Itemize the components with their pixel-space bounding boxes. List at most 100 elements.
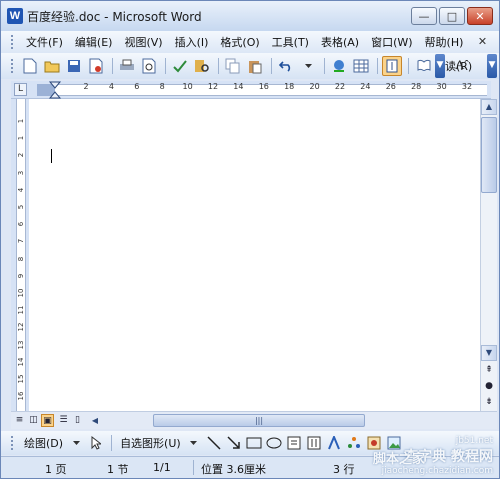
vertical-ruler-number: 14 [17, 357, 25, 367]
minimize-button[interactable]: — [411, 7, 437, 25]
vertical-ruler[interactable]: 1 1 2 3 4 5 6 7 8 9 10 11 12 13 14 15 16 [11, 99, 29, 411]
drawing-toolbar-grip[interactable] [11, 436, 14, 450]
outline-view-icon[interactable]: ☰ [57, 414, 70, 427]
normal-view-icon[interactable]: ≡ [13, 414, 26, 427]
ruler-number: 2 [83, 82, 89, 91]
text-box-icon[interactable] [285, 434, 303, 452]
horizontal-scroll-thumb[interactable]: ||| [153, 414, 365, 427]
ruler-number: 18 [284, 82, 295, 91]
oval-tool-icon[interactable] [265, 434, 283, 452]
ruler-number: 24 [360, 82, 371, 91]
menu-table[interactable]: 表格(A) [315, 34, 365, 50]
menu-grip-handle[interactable] [11, 35, 14, 49]
save-icon[interactable] [64, 56, 84, 76]
toolbar-separator [112, 58, 113, 74]
line-tool-icon[interactable] [205, 434, 223, 452]
print-icon[interactable] [117, 56, 137, 76]
wordart-icon[interactable] [325, 434, 343, 452]
vertical-ruler-number: 4 [17, 187, 25, 193]
arrow-tool-icon[interactable] [225, 434, 243, 452]
menu-format[interactable]: 格式(O) [214, 34, 265, 50]
ruler-number: 4 [108, 82, 114, 91]
menu-window[interactable]: 窗口(W) [365, 34, 418, 50]
autoshapes-menu-button[interactable]: 自选图形(U) [116, 435, 185, 451]
vertical-ruler-number: 13 [17, 340, 25, 350]
draw-menu-button[interactable]: 绘图(D) [20, 435, 67, 451]
new-document-icon[interactable] [20, 56, 40, 76]
undo-dropdown-icon[interactable] [298, 56, 318, 76]
menu-file[interactable]: 文件(F) [20, 34, 69, 50]
select-objects-icon[interactable] [87, 434, 105, 452]
toolbar-options-chevron-icon[interactable]: ▼ [435, 54, 445, 78]
print-layout-view-icon[interactable]: ▣ [41, 414, 54, 427]
ruler-number: 20 [309, 82, 320, 91]
toolbar-separator [408, 58, 409, 74]
menu-view[interactable]: 视图(V) [118, 34, 168, 50]
tab-selector[interactable]: L [14, 83, 27, 96]
ruler-number: 14 [233, 82, 244, 91]
select-browse-object-icon[interactable]: ● [482, 379, 496, 393]
rectangle-tool-icon[interactable] [245, 434, 263, 452]
scroll-up-icon[interactable]: ▲ [481, 99, 497, 115]
document-close-icon[interactable]: ✕ [476, 35, 489, 48]
insert-table-icon[interactable] [351, 56, 371, 76]
paste-icon[interactable] [245, 56, 265, 76]
status-separator [193, 460, 194, 475]
ruler-number: 32 [461, 82, 473, 91]
autoshapes-dropdown-icon[interactable] [185, 434, 203, 452]
previous-page-icon[interactable]: ⇞ [482, 363, 496, 377]
vertical-scrollbar[interactable]: ▲ ▼ ⇞ ● ⇟ [480, 99, 497, 411]
vertical-ruler-number: 10 [17, 288, 25, 298]
menu-tools[interactable]: 工具(T) [266, 34, 315, 50]
open-folder-icon[interactable] [42, 56, 62, 76]
ruler-number: 6 [134, 82, 140, 91]
scroll-left-icon[interactable]: ◀ [89, 414, 101, 427]
status-section: 1 节 [107, 463, 129, 476]
status-page-of: 1/1 [153, 461, 171, 474]
document-page[interactable] [29, 99, 480, 411]
permission-icon[interactable] [86, 56, 106, 76]
vertical-ruler-number: 16 [17, 391, 25, 401]
menu-bar: 文件(F) 编辑(E) 视图(V) 插入(I) 格式(O) 工具(T) 表格(A… [1, 31, 499, 53]
menu-insert[interactable]: 插入(I) [169, 34, 215, 50]
ruler-number: 16 [258, 82, 269, 91]
menu-help[interactable]: 帮助(H) [419, 34, 470, 50]
toolbar-separator [165, 58, 166, 74]
vertical-ruler-number: 2 [17, 153, 25, 158]
undo-icon[interactable] [276, 56, 296, 76]
close-button[interactable]: ✕ [467, 7, 493, 25]
spelling-grammar-icon[interactable] [170, 56, 190, 76]
scroll-down-icon[interactable]: ▼ [481, 345, 497, 361]
maximize-button[interactable]: □ [439, 7, 465, 25]
title-bar[interactable]: W 百度经验.doc - Microsoft Word — □ ✕ [1, 1, 499, 31]
ruler-number: 30 [436, 82, 447, 91]
toolbar-separator [377, 58, 378, 74]
toolbar-separator [324, 58, 325, 74]
status-line: 3 行 [333, 463, 355, 476]
watermark-line1: 脚本之家 [373, 452, 426, 467]
status-position: 位置 3.6厘米 [201, 463, 266, 476]
draw-dropdown-icon[interactable] [67, 434, 85, 452]
print-preview-icon[interactable] [139, 56, 159, 76]
watermark-line4: jiaocheng.chazidian.com [381, 466, 493, 476]
indent-marker-icon[interactable] [48, 81, 62, 99]
vertical-ruler-number: 1 [17, 135, 25, 141]
toolbar-grip-handle[interactable] [11, 59, 14, 73]
diagram-icon[interactable] [345, 434, 363, 452]
menu-edit[interactable]: 编辑(E) [69, 34, 119, 50]
research-icon[interactable] [192, 56, 212, 76]
vertical-ruler-number: 12 [17, 322, 25, 332]
vertical-scroll-thumb[interactable] [481, 117, 497, 193]
copy-icon[interactable] [223, 56, 243, 76]
formatting-toolbar-chevron-icon[interactable]: ▼ [487, 54, 497, 78]
ruler-number: 26 [385, 82, 396, 91]
grow-font-icon[interactable]: Aˆ [449, 55, 475, 75]
vertical-text-box-icon[interactable] [305, 434, 323, 452]
insert-hyperlink-icon[interactable] [329, 56, 349, 76]
reading-layout-view-icon[interactable]: ▯ [71, 414, 84, 427]
web-layout-view-icon[interactable]: ◫ [27, 414, 40, 427]
next-page-icon[interactable]: ⇟ [482, 395, 496, 409]
show-hide-formatting-icon[interactable] [382, 56, 402, 76]
word-app-icon[interactable]: W [7, 8, 23, 24]
horizontal-ruler[interactable]: L 2 4 6 8 10 12 14 16 18 20 22 24 26 28 30 32 [11, 81, 491, 99]
